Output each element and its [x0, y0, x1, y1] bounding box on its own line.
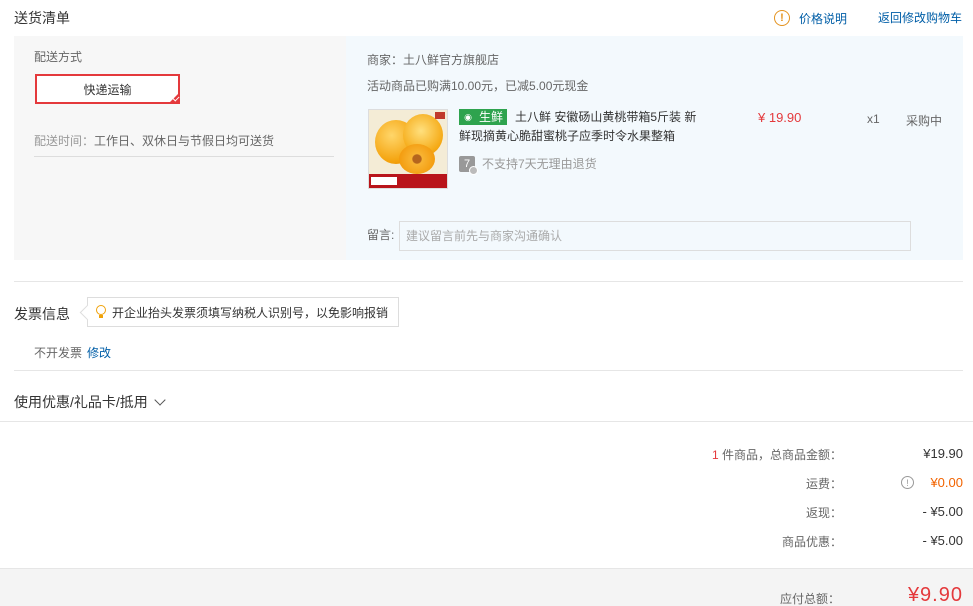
shipping-method-label: 配送方式	[34, 50, 83, 64]
remark-label: 留言:	[367, 228, 395, 242]
promo-text: 活动商品已购满10.00元，已减5.00元现金	[367, 79, 589, 93]
fresh-tag: ◉ 生鲜	[459, 109, 508, 125]
invoice-edit-link[interactable]: 修改	[87, 344, 111, 361]
no-return-text: 不支持7天无理由退货	[482, 157, 597, 171]
invoice-title: 发票信息	[14, 306, 70, 322]
divider	[0, 421, 973, 422]
product-image[interactable]	[368, 109, 448, 189]
shipping-time-label: 配送时间：	[34, 134, 95, 148]
coupon-toggle-label: 使用优惠/礼品卡/抵用	[14, 394, 148, 410]
items-total: ¥19.90	[923, 446, 963, 461]
freight-info-icon[interactable]: !	[901, 476, 914, 489]
divider	[14, 281, 963, 282]
product-price: ¥ 19.90	[758, 110, 802, 125]
lightbulb-icon	[96, 305, 106, 319]
delivery-list-header: 送货清单 ! 价格说明 返回修改购物车	[0, 0, 973, 36]
invoice-tip: 开企业抬头发票须填写纳税人识别号，以免影响报销	[87, 297, 400, 327]
cashback-label: 返现：	[805, 506, 842, 520]
payable-value: ¥9.90	[907, 584, 963, 606]
section-title: 送货清单	[14, 10, 70, 26]
no-return-icon: 7	[459, 155, 478, 175]
goods-panel: 商家：土八鲜官方旗舰店 活动商品已购满10.00元，已减5.00元现金 土八鲜 …	[346, 36, 963, 260]
invoice-tip-text: 开企业抬头发票须填写纳税人识别号，以免影响报销	[112, 305, 389, 320]
fresh-tag-label: 生鲜	[476, 110, 507, 124]
price-note-label: 价格说明	[799, 11, 848, 26]
merchant-name: 商家：土八鲜官方旗舰店	[367, 53, 500, 67]
shipping-option-express[interactable]: 快递运输	[35, 74, 180, 104]
remark-input[interactable]	[399, 221, 911, 251]
invoice-status: 不开发票	[34, 346, 83, 360]
freight-label: 运费：	[805, 477, 842, 491]
no-return-notice: 7 不支持7天无理由退货	[459, 155, 597, 175]
peach-half-shape	[399, 144, 435, 174]
summary-items-label: 1 件商品，总商品金额：	[712, 446, 842, 463]
summary-items-row: 1 件商品，总商品金额： ¥19.90	[560, 446, 963, 466]
info-icon: !	[774, 10, 790, 26]
shipping-option-label: 快递运输	[83, 82, 132, 97]
shipping-time-value: 工作日、双休日与节假日均可送货	[94, 134, 275, 148]
items-label-text: 件商品，总商品金额：	[718, 448, 842, 462]
payable-total-bar: 应付总额： ¥9.90	[0, 568, 973, 606]
product-image-price-tag	[371, 177, 397, 185]
summary-freight-row: 运费： ! ¥0.00	[560, 475, 963, 495]
back-to-cart-link[interactable]: 返回修改购物车	[878, 9, 962, 26]
chevron-down-icon	[154, 393, 166, 406]
stock-status: 采购中	[906, 114, 943, 128]
item-count: 1	[711, 448, 719, 462]
selected-check-icon	[168, 92, 180, 104]
summary-cashback-row: 返现： - ¥5.00	[560, 504, 963, 524]
fresh-fish-icon: ◉	[460, 110, 476, 124]
price-note-link[interactable]: ! 价格说明	[774, 9, 847, 27]
freight-value: ¥0.00	[930, 475, 963, 490]
summary-discount-row: 商品优惠： - ¥5.00	[560, 533, 963, 553]
cashback-value: - ¥5.00	[922, 504, 963, 519]
discount-value: - ¥5.00	[922, 533, 963, 548]
shipping-time: 配送时间：工作日、双休日与节假日均可送货	[34, 132, 334, 157]
delivery-box: 配送方式 快递运输 配送时间：工作日、双休日与节假日均可送货 商家：土八鲜官方旗…	[14, 36, 963, 260]
payable-label: 应付总额：	[779, 592, 840, 606]
product-quantity: x1	[867, 112, 880, 126]
coupon-toggle[interactable]: 使用优惠/礼品卡/抵用	[14, 392, 166, 412]
product-image-corner-mark	[435, 112, 445, 119]
discount-label: 商品优惠：	[781, 535, 842, 549]
divider	[14, 370, 963, 371]
